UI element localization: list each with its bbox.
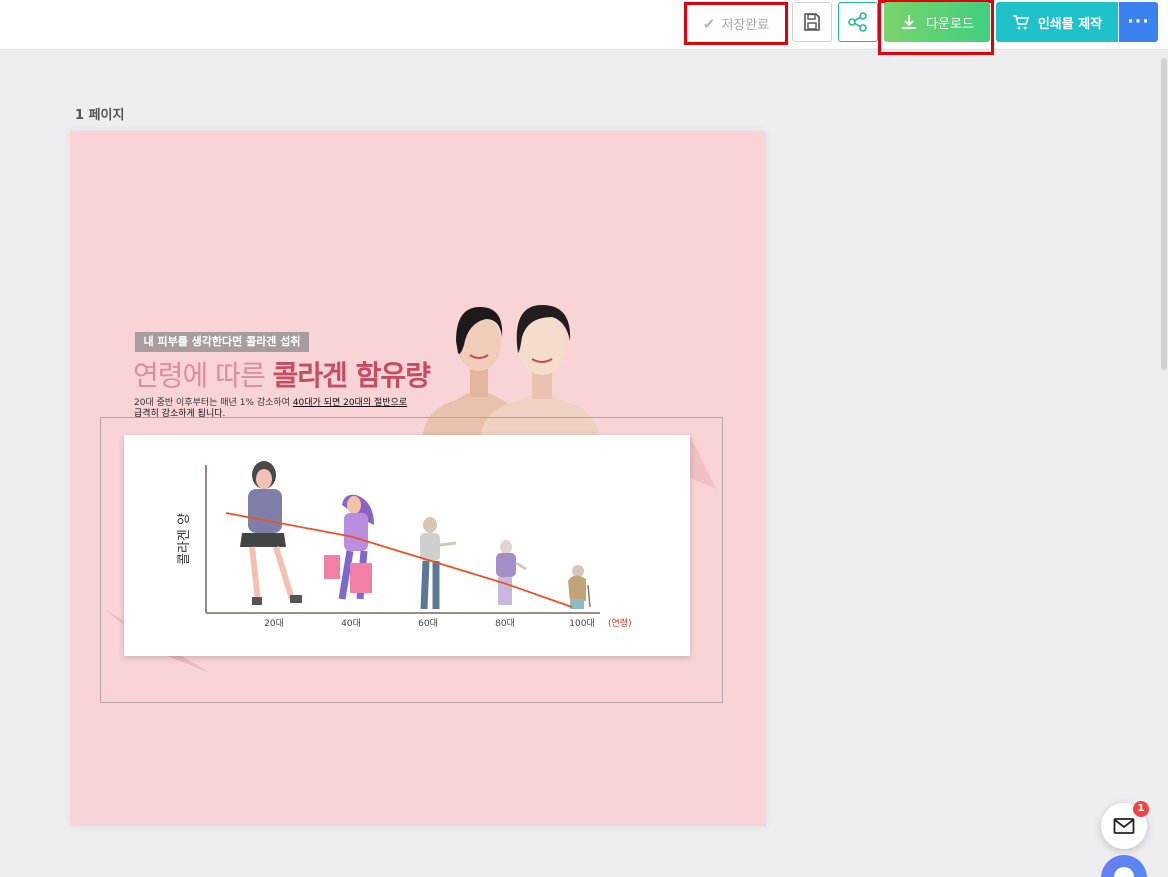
- message-button[interactable]: 1: [1101, 801, 1149, 849]
- print-order-button[interactable]: 인쇄물 제작: [996, 2, 1118, 42]
- x-tick-label: 40대: [341, 618, 361, 629]
- floppy-disk-icon: [804, 13, 820, 31]
- check-icon: ✔: [702, 14, 716, 33]
- figure-40s: [324, 494, 374, 600]
- x-tick-label: 20대: [264, 618, 284, 629]
- figure-20s: [240, 461, 302, 605]
- tag-label[interactable]: 내 피부를 생각한다면 콜라겐 섭취: [135, 332, 309, 352]
- design-page[interactable]: 내 피부를 생각한다면 콜라겐 섭취 연령에 따른 콜라겐 함유량 20대 중반…: [70, 131, 766, 826]
- x-tick-label: 80대: [495, 618, 515, 629]
- saved-status-button[interactable]: ✔ 저장완료: [684, 2, 788, 45]
- description-plain: 20대 중반 이후부터는 매년 1% 감소하여: [134, 398, 293, 408]
- x-tick-label: 100대: [569, 618, 594, 629]
- more-icon: ···: [1127, 12, 1150, 32]
- x-tick-label: 60대: [418, 618, 438, 629]
- line-chart[interactable]: 콜라겐 양 20대 40대 60대 80대 100대 (연령): [124, 435, 690, 656]
- x-axis-label: (연령): [608, 617, 632, 629]
- y-axis-label: 콜라겐 양: [177, 513, 192, 565]
- print-order-label: 인쇄물 제작: [1037, 16, 1103, 32]
- vertical-scrollbar[interactable]: [1160, 52, 1168, 877]
- scroll-thumb[interactable]: [1161, 58, 1167, 370]
- share-icon: [848, 12, 867, 32]
- download-button[interactable]: 다운로드: [884, 2, 990, 42]
- cart-icon: [1012, 15, 1029, 30]
- figure-100s: [568, 565, 591, 609]
- more-options-button[interactable]: ···: [1119, 2, 1158, 42]
- page-label: 1 페이지: [75, 108, 125, 123]
- mail-icon: [1113, 818, 1135, 834]
- headline[interactable]: 연령에 따른 콜라겐 함유량: [133, 354, 431, 394]
- download-label: 다운로드: [926, 16, 974, 32]
- description-underline-1: 40대가 되면 20대의 절반으로: [292, 398, 408, 408]
- notification-badge: 1: [1133, 801, 1149, 817]
- download-icon: [902, 15, 917, 29]
- save-button[interactable]: [792, 2, 832, 42]
- top-toolbar: ✔ 저장완료 다운로드 인쇄물 제작 ···: [0, 0, 1168, 55]
- chart-card[interactable]: 콜라겐 양 20대 40대 60대 80대 100대 (연령): [124, 435, 690, 656]
- headline-light: 연령에 따른: [133, 359, 273, 392]
- help-chat-button[interactable]: [1101, 855, 1147, 877]
- saved-label: 저장완료: [721, 18, 770, 33]
- headline-bold: 콜라겐 함유량: [272, 359, 431, 392]
- figure-80s: [496, 540, 527, 605]
- share-button[interactable]: [838, 2, 878, 42]
- chat-icon: [1114, 867, 1134, 877]
